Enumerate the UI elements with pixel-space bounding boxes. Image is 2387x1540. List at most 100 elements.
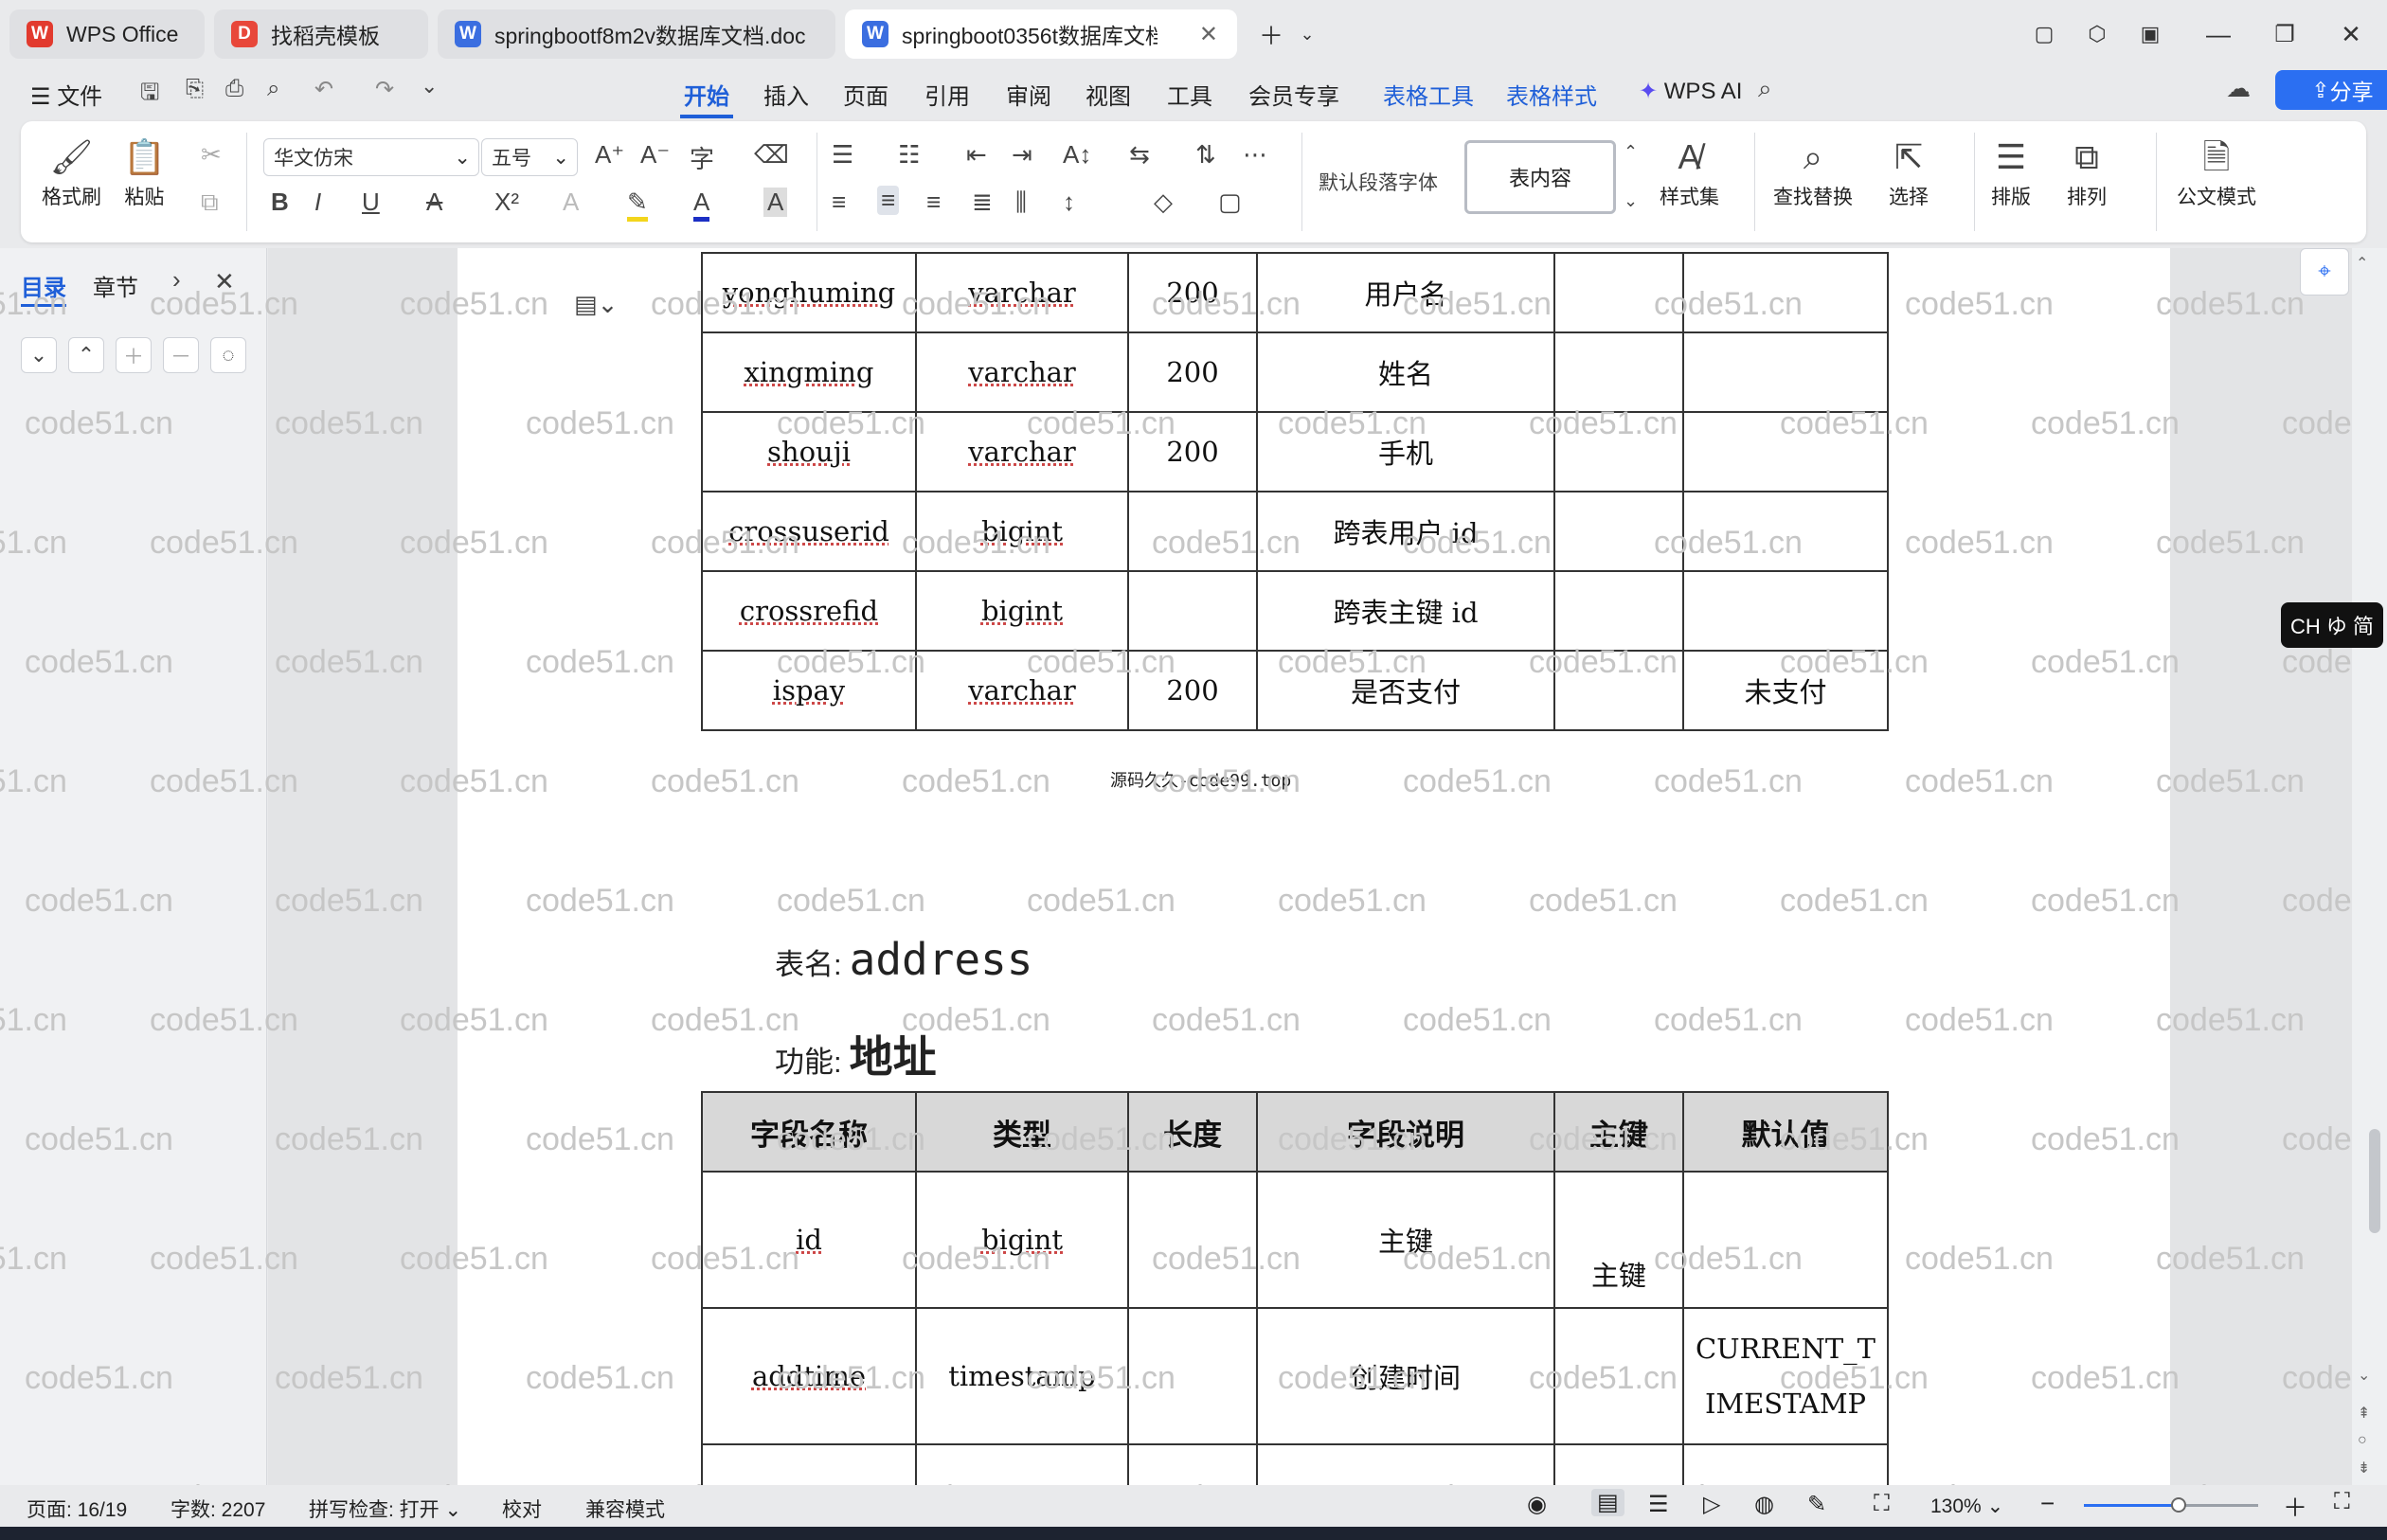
- style-default[interactable]: 默认段落字体: [1311, 134, 1470, 229]
- style-expand-icon[interactable]: ⌄: [1624, 191, 1638, 211]
- save-icon[interactable]: 🖫: [140, 76, 159, 115]
- avatar[interactable]: ▣: [2129, 13, 2171, 55]
- table-header-cell[interactable]: 字段名称: [701, 1091, 917, 1173]
- table-cell[interactable]: bigint: [915, 570, 1129, 652]
- table-cell[interactable]: [1682, 1171, 1889, 1309]
- table-cell[interactable]: 用户名: [1256, 252, 1555, 333]
- zoom-slider-thumb[interactable]: [2171, 1497, 2186, 1513]
- next-page-icon[interactable]: ⇟: [2358, 1459, 2370, 1477]
- play-icon[interactable]: ▷: [1703, 1491, 1720, 1518]
- text-direction-icon[interactable]: A↕: [1063, 140, 1091, 170]
- font-color-icon[interactable]: A: [693, 188, 710, 222]
- undo-icon[interactable]: ↶: [314, 76, 333, 103]
- italic-icon[interactable]: I: [314, 188, 321, 217]
- chapter-tab[interactable]: 章节: [93, 269, 138, 302]
- outline-view-icon[interactable]: ☰: [1648, 1491, 1669, 1518]
- table-cell[interactable]: [1553, 650, 1684, 731]
- maximize-icon[interactable]: ❐: [2264, 13, 2306, 55]
- zoom-in-icon[interactable]: ＋: [2283, 1489, 2307, 1524]
- char-shading-icon[interactable]: A: [763, 188, 788, 217]
- tab-tools[interactable]: 工具: [1163, 74, 1216, 115]
- tab-insert[interactable]: 插入: [760, 74, 813, 115]
- zoom-out-icon[interactable]: −: [2040, 1489, 2055, 1518]
- table-header-cell[interactable]: 类型: [915, 1091, 1129, 1173]
- table-cell[interactable]: [1127, 570, 1258, 652]
- pen-icon[interactable]: ✎: [1807, 1491, 1826, 1518]
- align-center-icon[interactable]: ≡: [877, 186, 900, 215]
- style-set-button[interactable]: A̸ 样式集: [1660, 133, 1719, 210]
- close-window-icon[interactable]: ✕: [2330, 13, 2372, 55]
- tab-list-chevron-icon[interactable]: ⌄: [1286, 13, 1328, 55]
- grow-font-icon[interactable]: A⁺: [595, 140, 624, 170]
- table-cell[interactable]: yonghuming: [701, 252, 917, 333]
- style-current[interactable]: 表内容: [1464, 140, 1616, 214]
- table-cell[interactable]: [1127, 1171, 1258, 1309]
- table-cell[interactable]: [1127, 491, 1258, 572]
- table-cell[interactable]: crossuserid: [701, 491, 917, 572]
- underline-icon[interactable]: U: [362, 188, 380, 217]
- bullet-list-icon[interactable]: ☰: [832, 140, 853, 170]
- close-tab-icon[interactable]: ✕: [1199, 21, 1218, 48]
- collapse-up-icon[interactable]: ⌃: [68, 337, 104, 373]
- table-cell[interactable]: varchar: [915, 411, 1129, 492]
- table-cell[interactable]: 200: [1127, 252, 1258, 333]
- minimize-icon[interactable]: —: [2198, 13, 2239, 55]
- web-view-icon[interactable]: ◍: [1754, 1491, 1774, 1518]
- tab-table-style[interactable]: 表格样式: [1502, 74, 1601, 115]
- show-marks-icon[interactable]: ⋯: [1243, 140, 1267, 170]
- font-size-select[interactable]: 五号 ⌄: [481, 138, 578, 176]
- ime-indicator[interactable]: CH ゆ 简: [2281, 602, 2383, 648]
- official-mode-button[interactable]: 🗎 公文模式: [2177, 133, 2256, 210]
- border-icon[interactable]: ▢: [1218, 188, 1242, 217]
- word-count[interactable]: 字数: 2207: [170, 1495, 265, 1523]
- search-icon[interactable]: ⌕: [1758, 74, 1772, 104]
- strikethrough-icon[interactable]: A: [426, 188, 442, 217]
- line-break-icon[interactable]: ⇆: [1129, 140, 1150, 170]
- zoom-slider[interactable]: [2084, 1497, 2258, 1513]
- table-cell[interactable]: timestamp: [915, 1307, 1129, 1445]
- table-header-cell[interactable]: 长度: [1127, 1091, 1258, 1173]
- style-scroll-up-icon[interactable]: ⌃: [1624, 142, 1638, 162]
- tab-view[interactable]: 视图: [1082, 74, 1135, 115]
- table-cell[interactable]: 未支付: [1682, 650, 1889, 731]
- fullscreen-icon[interactable]: ⛶: [2334, 1489, 2350, 1515]
- tab-home[interactable]: 开始: [680, 74, 733, 118]
- table-cell[interactable]: id: [701, 1171, 917, 1309]
- expand-down-icon[interactable]: ⌄: [21, 337, 57, 373]
- table-cell[interactable]: [1682, 331, 1889, 413]
- fit-width-icon[interactable]: ⛶: [1874, 1491, 1890, 1517]
- table-cell[interactable]: varchar: [915, 650, 1129, 731]
- copy-icon[interactable]: ⧉: [201, 188, 219, 218]
- table-cell[interactable]: ispay: [701, 650, 917, 731]
- table-cell[interactable]: [1127, 1307, 1258, 1445]
- font-name-select[interactable]: 华文仿宋 ⌄: [263, 138, 479, 176]
- table-cell[interactable]: 是否支付: [1256, 650, 1555, 731]
- shading-icon[interactable]: ◇: [1154, 188, 1173, 217]
- file-menu[interactable]: ☰ 文件: [27, 74, 106, 115]
- increase-indent-icon[interactable]: ⇥: [1012, 140, 1032, 170]
- scroll-up-small-icon[interactable]: ⌃: [2356, 254, 2368, 273]
- table-cell[interactable]: [1553, 1307, 1684, 1445]
- table-cell[interactable]: xingming: [701, 331, 917, 413]
- table-handle-icon[interactable]: ▤⌄: [574, 290, 618, 319]
- scrollbar-thumb[interactable]: [2369, 1129, 2380, 1233]
- prev-page-icon[interactable]: ⇞: [2358, 1404, 2370, 1423]
- table-cell[interactable]: 创建时间: [1256, 1307, 1555, 1445]
- table-cell[interactable]: [1553, 491, 1684, 572]
- table-cell[interactable]: 主键: [1553, 1171, 1684, 1309]
- layout-button[interactable]: ☰ 排版: [1991, 133, 2031, 210]
- tab-table-tools[interactable]: 表格工具: [1379, 74, 1478, 115]
- paste-button[interactable]: 📋 粘贴: [123, 133, 166, 210]
- table-cell[interactable]: 主键: [1256, 1171, 1555, 1309]
- sort-icon[interactable]: ⇅: [1195, 140, 1216, 170]
- wps-ai-button[interactable]: ✦ WPS AI: [1635, 74, 1746, 109]
- table-header-cell[interactable]: 字段说明: [1256, 1091, 1555, 1173]
- tab-wps-office[interactable]: W WPS Office: [9, 9, 205, 59]
- zoom-level[interactable]: 130% ⌄: [1930, 1495, 2003, 1518]
- share-button[interactable]: ⇪ 分享: [2275, 70, 2387, 110]
- table-cell[interactable]: [1682, 491, 1889, 572]
- table-cell[interactable]: addtime: [701, 1307, 917, 1445]
- find-replace-button[interactable]: ⌕ 查找替换: [1773, 133, 1853, 210]
- line-spacing-icon[interactable]: ↕: [1063, 188, 1075, 217]
- remove-heading-icon[interactable]: －: [163, 337, 199, 373]
